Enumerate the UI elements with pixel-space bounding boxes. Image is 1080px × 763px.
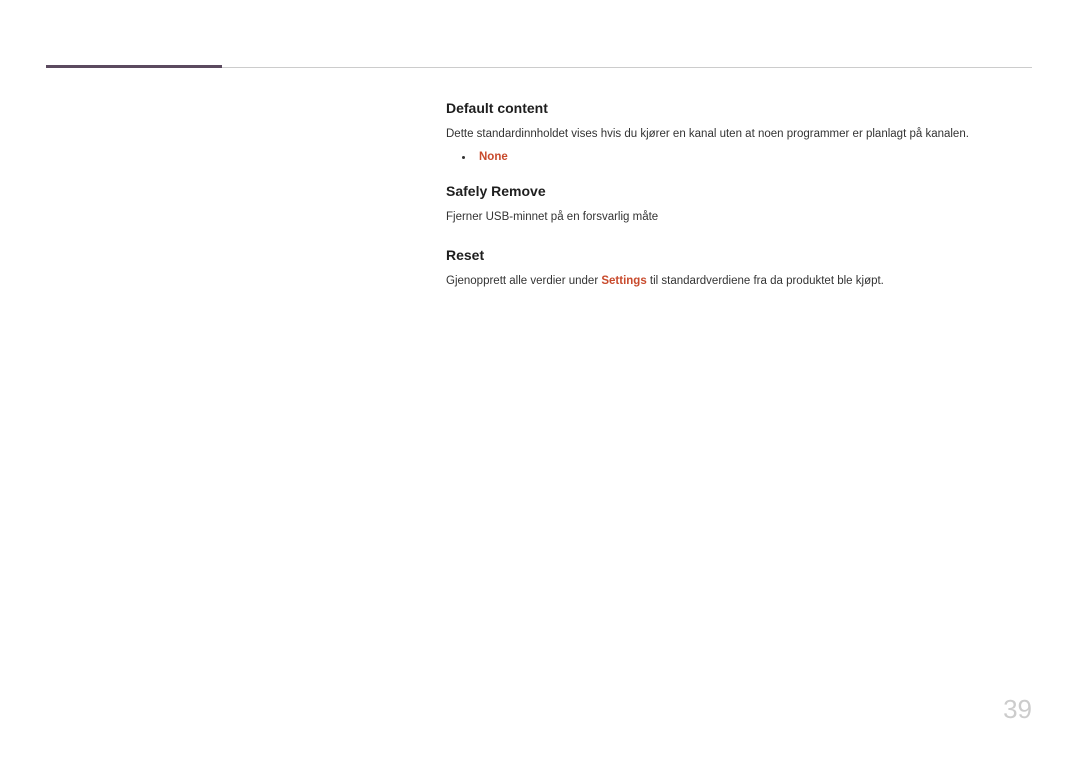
body-safely-remove: Fjerner USB-minnet på en forsvarlig måte: [446, 209, 1032, 226]
reset-body-highlight: Settings: [601, 275, 646, 287]
section-reset: Reset Gjenopprett alle verdier under Set…: [446, 247, 1032, 290]
page-number: 39: [1003, 694, 1032, 725]
reset-body-pre: Gjenopprett alle verdier under: [446, 275, 601, 287]
section-default-content: Default content Dette standardinnholdet …: [446, 100, 1032, 163]
body-reset: Gjenopprett alle verdier under Settings …: [446, 273, 1032, 290]
heading-safely-remove: Safely Remove: [446, 183, 1032, 199]
bullet-default-content: None: [462, 151, 1032, 163]
top-accent-bar: [46, 65, 222, 68]
reset-body-post: til standardverdiene fra da produktet bl…: [647, 275, 884, 287]
heading-default-content: Default content: [446, 100, 1032, 116]
bullet-value-none: None: [479, 151, 508, 163]
main-content: Default content Dette standardinnholdet …: [446, 100, 1032, 310]
body-default-content: Dette standardinnholdet vises hvis du kj…: [446, 126, 1032, 143]
horizontal-rule: [222, 67, 1032, 68]
bullet-dot-icon: [462, 156, 465, 159]
section-safely-remove: Safely Remove Fjerner USB-minnet på en f…: [446, 183, 1032, 226]
heading-reset: Reset: [446, 247, 1032, 263]
